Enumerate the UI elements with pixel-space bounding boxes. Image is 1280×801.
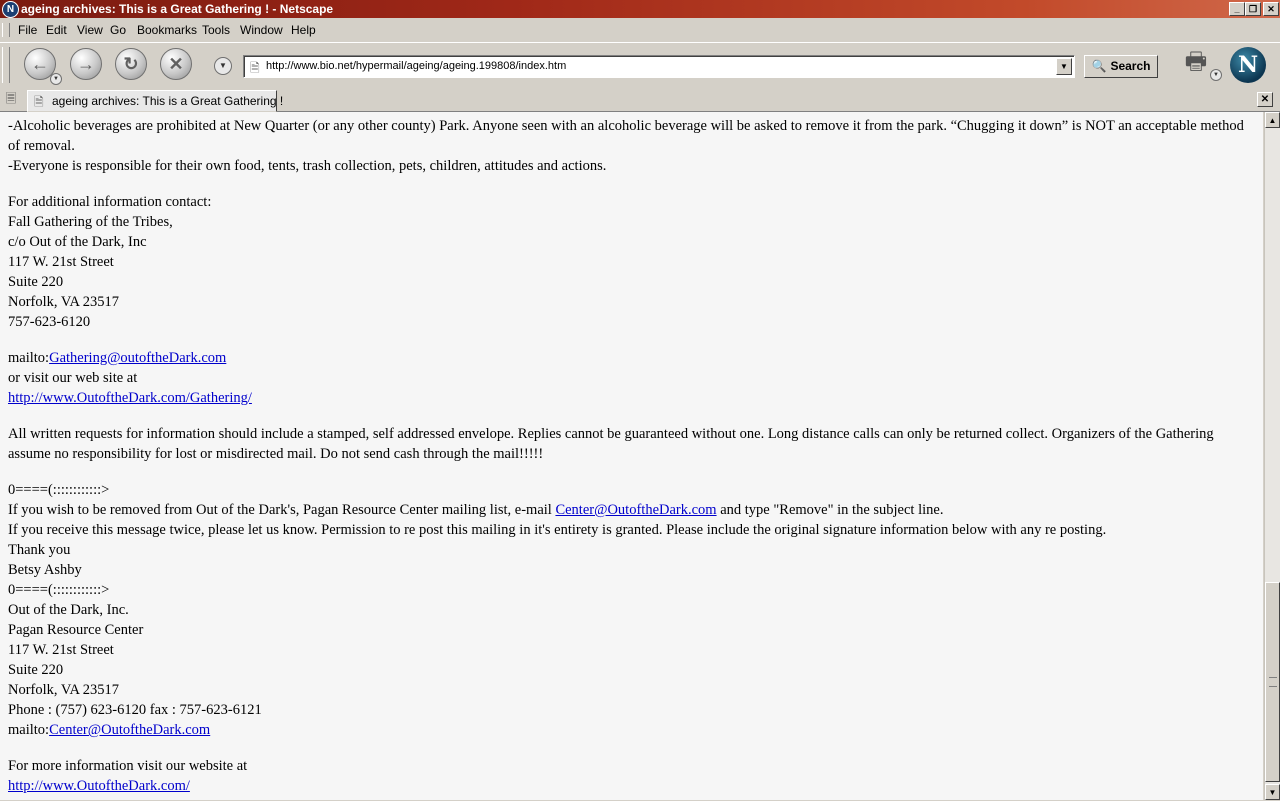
rules-paragraph: -Alcoholic beverages are prohibited at N… bbox=[8, 116, 1253, 176]
url-history-dropdown[interactable]: ▼ bbox=[214, 57, 232, 75]
toolbar-grip[interactable] bbox=[2, 23, 10, 37]
search-icon: 🔍 bbox=[1091, 59, 1107, 73]
url-input[interactable] bbox=[266, 58, 1046, 74]
text-line: If you wish to be removed from Out of th… bbox=[8, 500, 1253, 520]
text-line: Phone : (757) 623-6120 fax : 757-623-612… bbox=[8, 702, 262, 718]
menu-bookmarks[interactable]: Bookmarks bbox=[137, 23, 197, 37]
page-icon: 🗎 bbox=[250, 61, 260, 75]
vertical-scrollbar[interactable]: ▲ ▼ bbox=[1264, 112, 1280, 800]
text-line: Pagan Resource Center bbox=[8, 622, 144, 638]
close-window-button[interactable]: ✕ bbox=[1263, 2, 1279, 16]
page-content: -Alcoholic beverages are prohibited at N… bbox=[0, 112, 1263, 800]
text-line: or visit our web site at bbox=[8, 370, 138, 386]
navigation-toolbar: ← ▼ → ↻ ✕ ▼ 🗎 ▼ 🔍Search 🖶 ▼ N bbox=[0, 42, 1280, 90]
text-line: Fall Gathering of the Tribes, bbox=[8, 214, 173, 230]
message-body: -Alcoholic beverages are prohibited at N… bbox=[8, 116, 1253, 800]
text-line: mailto:Gathering@outoftheDark.com bbox=[8, 348, 1253, 368]
netscape-logo[interactable]: N bbox=[1230, 47, 1266, 83]
toolbar-grip[interactable] bbox=[2, 47, 10, 83]
text-line: Betsy Ashby bbox=[8, 562, 82, 578]
text-line: 117 W. 21st Street bbox=[8, 642, 114, 658]
url-bar[interactable]: 🗎 ▼ bbox=[243, 55, 1075, 78]
gathering-url-link[interactable]: http://www.OutoftheDark.com/Gathering/ bbox=[8, 390, 252, 406]
text-line: c/o Out of the Dark, Inc bbox=[8, 234, 147, 250]
requests-paragraph: All written requests for information sho… bbox=[8, 426, 1214, 462]
close-tab-button[interactable]: ✕ bbox=[1257, 92, 1273, 107]
text-line: Thank you bbox=[8, 542, 71, 558]
divider: 0====(::::::::::::> bbox=[8, 582, 110, 598]
remove-suffix: and type "Remove" in the subject line. bbox=[716, 502, 944, 518]
mailto-prefix: mailto: bbox=[8, 722, 50, 738]
new-tab-icon[interactable]: 🗏 bbox=[3, 91, 19, 107]
chevron-down-icon[interactable]: ▼ bbox=[1056, 58, 1072, 75]
netscape-n-icon: N bbox=[2, 1, 19, 18]
text-line: Norfolk, VA 23517 bbox=[8, 682, 120, 698]
search-button[interactable]: 🔍 Search bbox=[1084, 55, 1158, 78]
forward-button[interactable]: → bbox=[70, 48, 102, 80]
text-line: For additional information contact: bbox=[8, 194, 212, 210]
title-bar: N ageing archives: This is a Great Gathe… bbox=[0, 0, 1280, 18]
text-line: Suite 220 bbox=[8, 662, 64, 678]
print-dropdown[interactable]: ▼ bbox=[1210, 69, 1222, 81]
text-line: Out of the Dark, Inc. bbox=[8, 602, 129, 618]
center-email-link[interactable]: Center@OutoftheDark.com bbox=[49, 722, 210, 738]
scroll-up-button[interactable]: ▲ bbox=[1265, 112, 1280, 128]
text-line: For more information visit our website a… bbox=[8, 758, 248, 774]
text-line: Norfolk, VA 23517 bbox=[8, 294, 120, 310]
more-info: For more information visit our website a… bbox=[8, 756, 1253, 796]
text-line: -Everyone is responsible for their own f… bbox=[8, 158, 607, 174]
tab-bar: 🗏 🗎 ageing archives: This is a Great Gat… bbox=[0, 89, 1280, 112]
minimize-button[interactable]: _ bbox=[1229, 2, 1245, 16]
remove-prefix: If you wish to be removed from Out of th… bbox=[8, 502, 556, 518]
reload-button[interactable]: ↻ bbox=[115, 48, 147, 80]
print-icon[interactable]: 🖶 bbox=[1180, 49, 1212, 75]
text-line: Suite 220 bbox=[8, 274, 64, 290]
menu-edit[interactable]: Edit bbox=[46, 23, 67, 37]
menu-bar: File Edit View Go Bookmarks Tools Window… bbox=[0, 19, 1280, 41]
text-line: mailto:Center@OutoftheDark.com bbox=[8, 720, 1253, 740]
mailto-prefix: mailto: bbox=[8, 350, 50, 366]
scrollbar-thumb[interactable] bbox=[1265, 582, 1280, 782]
search-label: Search bbox=[1110, 59, 1151, 73]
text-line: http://www.OutoftheDark.com/ bbox=[8, 776, 1253, 796]
signature-section: 0====(::::::::::::> If you wish to be re… bbox=[8, 480, 1253, 740]
gathering-email-link[interactable]: Gathering@outoftheDark.com bbox=[49, 350, 226, 366]
menu-window[interactable]: Window bbox=[240, 23, 283, 37]
menu-file[interactable]: File bbox=[18, 23, 37, 37]
text-line: http://www.OutoftheDark.com/Gathering/ bbox=[8, 388, 1253, 408]
text-line: -Alcoholic beverages are prohibited at N… bbox=[8, 118, 1244, 154]
gathering-links: mailto:Gathering@outoftheDark.com or vis… bbox=[8, 348, 1253, 408]
menu-go[interactable]: Go bbox=[110, 23, 126, 37]
tab-active[interactable]: 🗎 ageing archives: This is a Great Gathe… bbox=[27, 90, 283, 112]
maximize-button[interactable]: ❐ bbox=[1245, 2, 1261, 16]
menu-help[interactable]: Help bbox=[291, 23, 316, 37]
contact-block: For additional information contact: Fall… bbox=[8, 192, 1253, 332]
text-line: 117 W. 21st Street bbox=[8, 254, 114, 270]
text-line: If you receive this message twice, pleas… bbox=[8, 522, 1107, 538]
menu-tools[interactable]: Tools bbox=[202, 23, 230, 37]
text-line: 757-623-6120 bbox=[8, 314, 91, 330]
back-history-dropdown[interactable]: ▼ bbox=[50, 73, 62, 85]
window-title: ageing archives: This is a Great Gatheri… bbox=[21, 2, 334, 16]
remove-email-link[interactable]: Center@OutoftheDark.com bbox=[555, 502, 716, 518]
thumb-grip bbox=[1269, 677, 1277, 687]
main-url-link[interactable]: http://www.OutoftheDark.com/ bbox=[8, 778, 190, 794]
stop-button[interactable]: ✕ bbox=[160, 48, 192, 80]
scroll-down-button[interactable]: ▼ bbox=[1265, 784, 1280, 800]
divider: 0====(::::::::::::> bbox=[8, 482, 110, 498]
tab-label: ageing archives: This is a Great Gatheri… bbox=[52, 94, 284, 108]
menu-view[interactable]: View bbox=[77, 23, 103, 37]
page-icon: 🗎 bbox=[34, 95, 44, 109]
